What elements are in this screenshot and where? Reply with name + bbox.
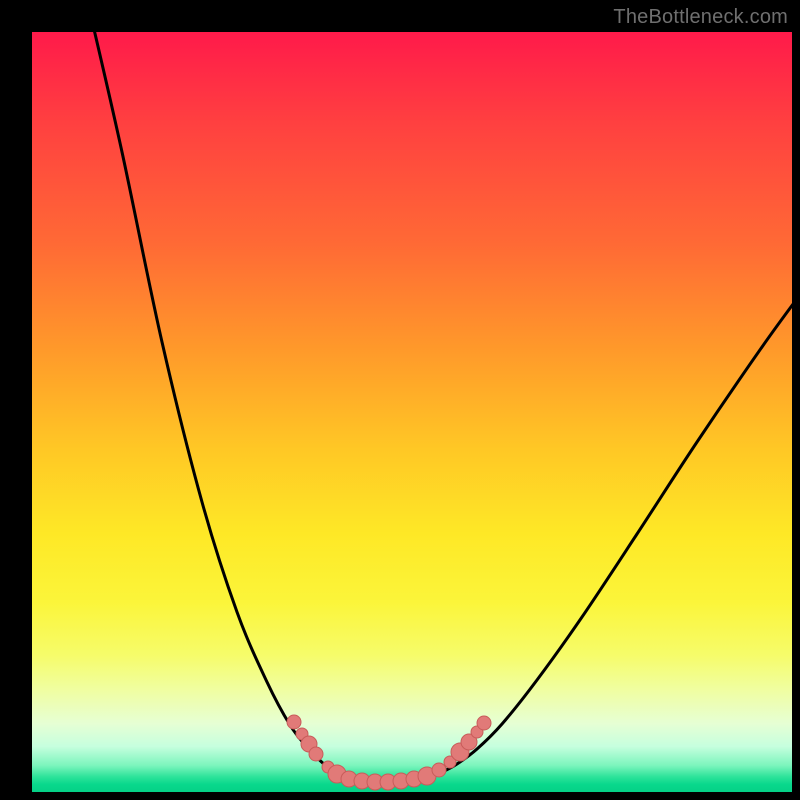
curve-marker — [309, 747, 323, 761]
curve-marker — [287, 715, 301, 729]
curve-path — [90, 32, 792, 780]
bottleneck-curve — [32, 32, 792, 792]
curve-markers — [287, 715, 491, 790]
chart-frame: TheBottleneck.com — [0, 0, 800, 800]
curve-marker — [432, 763, 446, 777]
plot-area — [32, 32, 792, 792]
watermark-text: TheBottleneck.com — [613, 6, 788, 29]
curve-marker — [477, 716, 491, 730]
